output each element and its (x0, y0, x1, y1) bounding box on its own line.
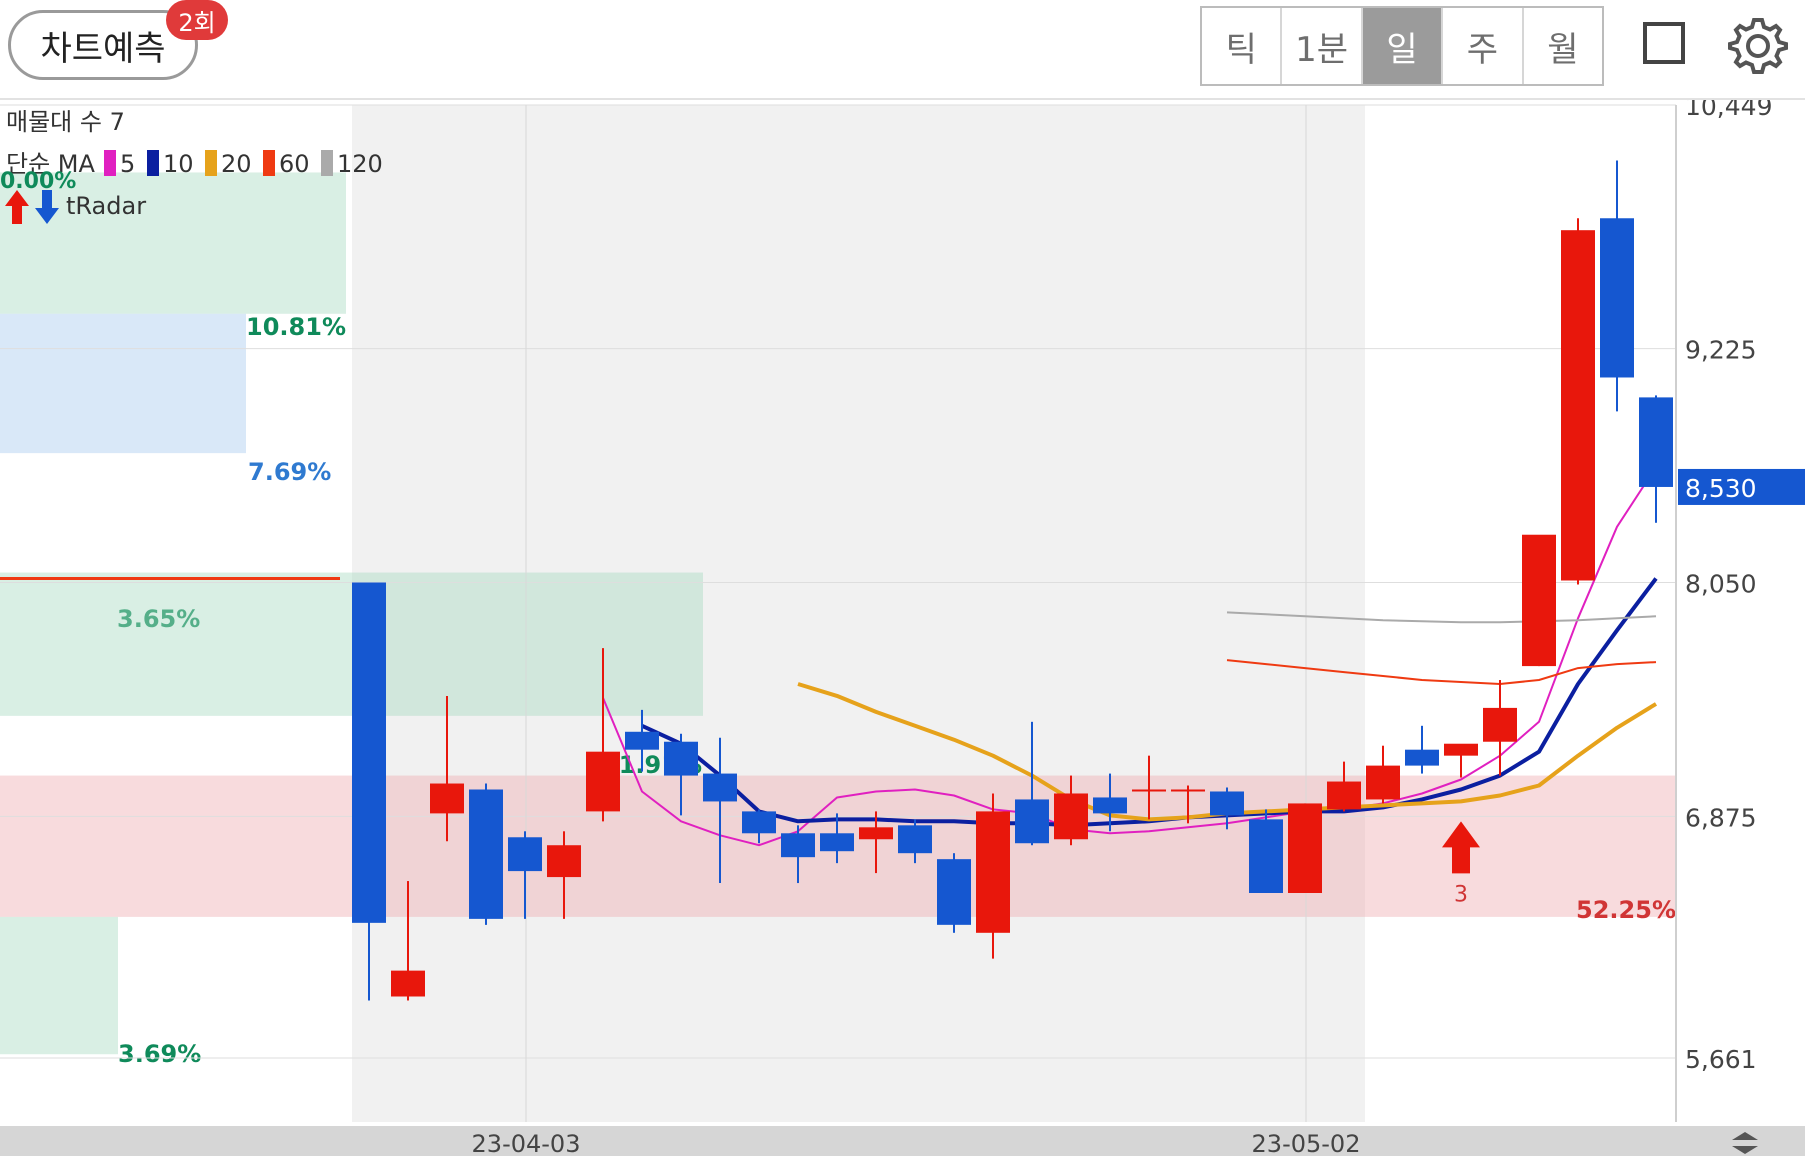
candle-down[interactable] (469, 789, 503, 919)
candle-up[interactable] (1171, 789, 1205, 792)
candle-up[interactable] (1054, 793, 1088, 840)
candle-down[interactable] (1639, 397, 1673, 487)
period-tick-tab[interactable]: 틱 (1202, 8, 1283, 84)
candle-down[interactable] (1600, 218, 1634, 378)
candle-down[interactable] (820, 833, 854, 852)
radar-percent-label: 0.00% (0, 169, 76, 194)
volume-profile-bar (0, 916, 118, 1055)
candle-up[interactable] (586, 751, 620, 812)
x-tick-label: 23-05-02 (1252, 1130, 1361, 1156)
ma-legend-period: 60 (279, 150, 310, 178)
volume-profile-percent: 7.69% (248, 458, 331, 486)
candle-down[interactable] (664, 741, 698, 776)
predict-count-badge: 2회 (166, 0, 228, 40)
candlestick-chart[interactable]: 10.81%7.69%3.65%21.91%52.25%3.69% 3 10,4… (0, 100, 1805, 1156)
candle-down[interactable] (703, 773, 737, 802)
candle-down[interactable] (625, 731, 659, 750)
candle-down[interactable] (781, 833, 815, 858)
y-tick-label: 8,050 (1685, 569, 1757, 598)
candle-up[interactable] (859, 827, 893, 840)
square-icon[interactable] (1643, 22, 1685, 64)
buy-signal-label: 3 (1454, 882, 1468, 907)
top-toolbar: 차트예측 2회 틱 1분 일 주 월 (0, 0, 1805, 100)
candle-up[interactable] (430, 783, 464, 814)
candle-up[interactable] (1522, 534, 1556, 667)
candle-up[interactable] (1483, 707, 1517, 742)
gear-icon[interactable] (1726, 14, 1790, 78)
ma-legend-period: 10 (163, 150, 194, 178)
candle-down[interactable] (937, 859, 971, 925)
period-week-tab[interactable]: 주 (1443, 8, 1524, 84)
candle-down[interactable] (352, 582, 386, 923)
y-tick-label: 6,875 (1685, 803, 1757, 832)
volume-profile-title: 매물대 수 7 (6, 108, 125, 136)
period-selector: 틱 1분 일 주 월 (1200, 6, 1604, 86)
ma-legend-period: 5 (120, 150, 135, 178)
ma-legend-period: 20 (221, 150, 252, 178)
period-day-tab[interactable]: 일 (1362, 8, 1444, 84)
candle-down[interactable] (1405, 749, 1439, 766)
ma-legend-swatch (321, 150, 333, 176)
period-month-tab[interactable]: 월 (1524, 8, 1602, 84)
volume-profile-bar (117, 572, 703, 716)
y-tick-label: 10,449 (1685, 100, 1772, 121)
candle-down[interactable] (508, 837, 542, 872)
x-axis-band (0, 1126, 1805, 1156)
current-price-label: 8,530 (1685, 474, 1757, 503)
ma-legend-swatch (147, 150, 159, 176)
candle-up[interactable] (1288, 803, 1322, 893)
candle-up[interactable] (1327, 781, 1361, 810)
candle-up[interactable] (1444, 743, 1478, 756)
tradar-label: tRadar (66, 192, 146, 220)
ma-legend-swatch (263, 150, 275, 176)
candle-up[interactable] (1561, 230, 1595, 581)
y-tick-label: 5,661 (1685, 1045, 1757, 1074)
ma-legend-period: 120 (337, 150, 383, 178)
volume-profile-percent: 3.69% (118, 1040, 201, 1068)
y-tick-label: 9,225 (1685, 336, 1757, 365)
candle-up[interactable] (976, 811, 1010, 933)
candle-up[interactable] (391, 970, 425, 997)
candle-up[interactable] (1366, 765, 1400, 800)
candle-down[interactable] (1249, 819, 1283, 893)
volume-profile-bar (0, 572, 117, 716)
candle-up[interactable] (547, 845, 581, 878)
volume-profile-bar (0, 313, 246, 454)
candle-up[interactable] (1132, 789, 1166, 792)
period-1min-tab[interactable]: 1분 (1282, 8, 1363, 84)
volume-profile-percent: 52.25% (1576, 896, 1676, 924)
candle-down[interactable] (898, 825, 932, 854)
x-tick-label: 23-04-03 (472, 1130, 581, 1156)
candle-down[interactable] (1093, 797, 1127, 814)
candle-down[interactable] (1210, 791, 1244, 816)
volume-profile-percent: 10.81% (246, 313, 346, 341)
ma-legend-swatch (205, 150, 217, 176)
candle-down[interactable] (1015, 799, 1049, 844)
candle-down[interactable] (742, 811, 776, 834)
chart-predict-label: 차트예측 (40, 28, 166, 69)
ma-legend-swatch (104, 150, 116, 176)
